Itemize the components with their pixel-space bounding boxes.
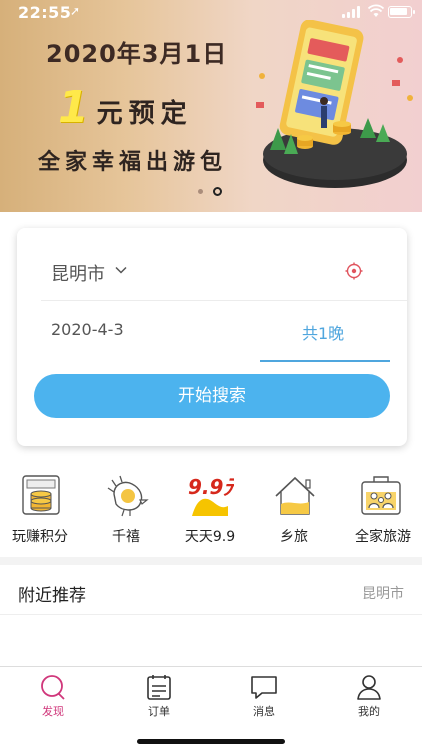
search-icon bbox=[41, 675, 65, 700]
battery-icon bbox=[388, 6, 415, 18]
coin-stack-icon bbox=[22, 475, 60, 515]
category-label: 千禧 bbox=[112, 529, 140, 545]
bird-icon bbox=[107, 475, 149, 517]
chevron-down-icon[interactable] bbox=[115, 264, 127, 276]
house-icon bbox=[275, 476, 315, 515]
tab-label: 订单 bbox=[148, 705, 170, 718]
category-grid: 玩赚积分 千禧 9.9元 天天9.9 bbox=[0, 470, 422, 550]
bottom-tab-bar: 发现 订单 消息 我的 bbox=[0, 666, 422, 750]
message-icon bbox=[251, 676, 277, 699]
banner-price-suffix: 元预定 bbox=[96, 99, 193, 129]
category-label: 乡旅 bbox=[280, 529, 308, 545]
category-label: 全家旅游 bbox=[355, 529, 411, 545]
tab-orders[interactable]: 订单 bbox=[109, 667, 209, 719]
locate-icon[interactable] bbox=[345, 262, 363, 280]
family-suitcase-icon bbox=[361, 476, 401, 515]
pager-dot-active[interactable] bbox=[213, 187, 222, 196]
category-family-travel[interactable]: 全家旅游 bbox=[336, 470, 422, 550]
phone-illustration-icon bbox=[256, 20, 413, 188]
app-screen: 22:55 ➚ 2020年3月1日 1 元预定 全家幸福出游包 昆明市 2020… bbox=[0, 0, 422, 750]
nine-nine-icon: 9.9元 bbox=[188, 475, 234, 516]
city-selector[interactable]: 昆明市 bbox=[51, 260, 105, 286]
section-divider bbox=[0, 557, 422, 565]
nights-underline bbox=[260, 360, 390, 362]
tab-label: 我的 bbox=[358, 705, 380, 718]
tab-discover[interactable]: 发现 bbox=[3, 667, 103, 719]
cellular-signal-icon bbox=[342, 6, 364, 18]
profile-icon bbox=[357, 675, 381, 700]
nights-count[interactable]: 共1晚 bbox=[302, 320, 344, 344]
category-points[interactable]: 玩赚积分 bbox=[0, 470, 82, 550]
nearby-city[interactable]: 昆明市 bbox=[362, 583, 404, 603]
tab-label: 消息 bbox=[253, 705, 275, 718]
banner-price-number: 1 bbox=[58, 82, 89, 133]
start-search-button[interactable]: 开始搜索 bbox=[34, 374, 390, 418]
svg-text:9.9元: 9.9元 bbox=[188, 475, 234, 499]
tab-profile[interactable]: 我的 bbox=[319, 667, 419, 719]
divider bbox=[41, 300, 407, 301]
banner-package-text: 全家幸福出游包 bbox=[38, 150, 228, 175]
divider bbox=[0, 614, 422, 615]
promo-banner[interactable]: 22:55 ➚ 2020年3月1日 1 元预定 全家幸福出游包 bbox=[0, 0, 422, 212]
tab-label: 发现 bbox=[42, 705, 64, 718]
location-arrow-icon: ➚ bbox=[70, 4, 81, 18]
category-rural-travel[interactable]: 乡旅 bbox=[252, 470, 336, 550]
nearby-title: 附近推荐 bbox=[18, 586, 86, 606]
banner-pager[interactable] bbox=[198, 187, 228, 197]
pager-dot[interactable] bbox=[198, 189, 203, 194]
hotel-search-card: 昆明市 2020-4-3 共1晚 开始搜索 bbox=[17, 228, 407, 446]
status-time: 22:55 bbox=[18, 3, 72, 22]
checkin-date-field[interactable]: 2020-4-3 bbox=[51, 320, 124, 339]
wifi-icon bbox=[368, 4, 384, 17]
home-indicator[interactable] bbox=[137, 739, 285, 744]
category-millennium[interactable]: 千禧 bbox=[84, 470, 168, 550]
category-daily-nine-nine[interactable]: 9.9元 天天9.9 bbox=[168, 470, 252, 550]
category-label: 天天9.9 bbox=[184, 529, 236, 545]
banner-date-text: 2020年3月1日 bbox=[46, 40, 228, 68]
category-label: 玩赚积分 bbox=[12, 529, 68, 545]
tab-messages[interactable]: 消息 bbox=[214, 667, 314, 719]
banner-price-text: 1 元预定 bbox=[58, 82, 193, 133]
order-icon bbox=[147, 675, 171, 700]
